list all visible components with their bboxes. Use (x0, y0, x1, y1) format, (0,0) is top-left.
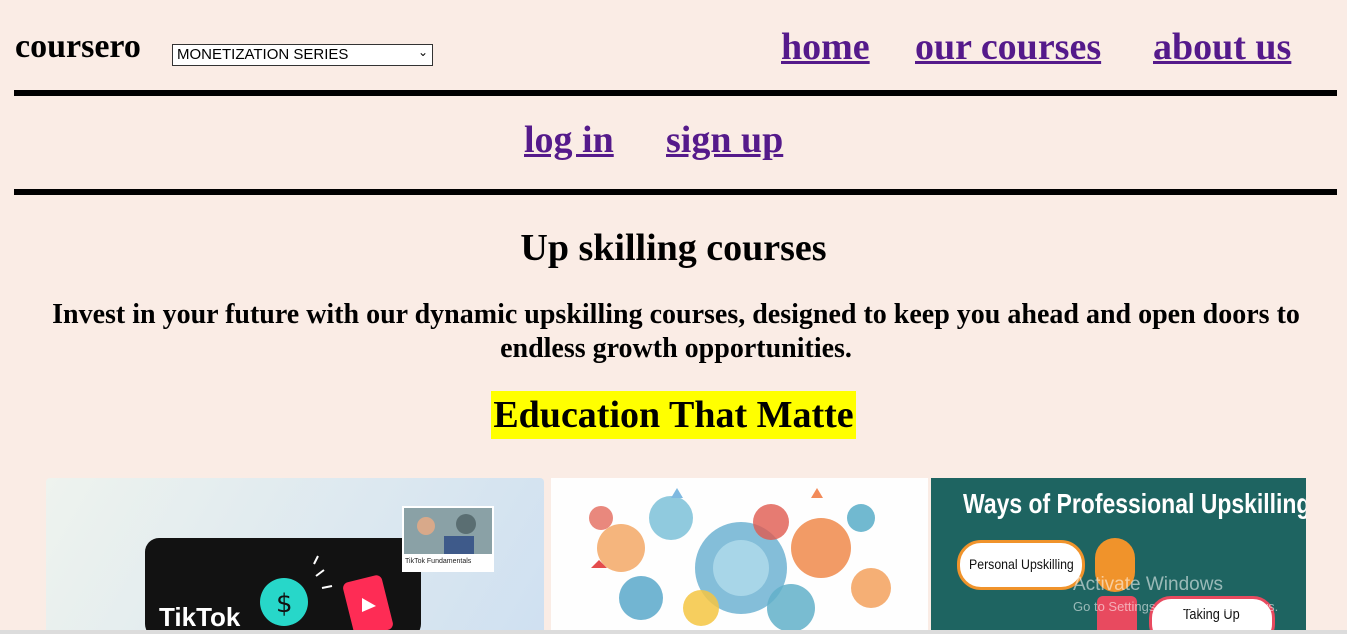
nav-our-courses[interactable]: our courses (915, 25, 1101, 69)
upskilling-collage-image (589, 488, 891, 632)
auth-divider (14, 189, 1337, 195)
page-title: Up skilling courses (520, 227, 827, 269)
course-card-collage[interactable] (551, 478, 928, 634)
nav-about-us[interactable]: about us (1153, 25, 1291, 69)
brand-logo: coursero (15, 28, 141, 65)
tagline: Education That Matte (491, 391, 856, 439)
series-select-value: MONETIZATION SERIES (177, 46, 349, 63)
login-link[interactable]: log in (524, 118, 614, 162)
signup-link[interactable]: sign up (666, 118, 783, 162)
viewport-edge (0, 630, 1347, 634)
intro-text: Invest in your future with our dynamic u… (52, 299, 1300, 364)
chevron-down-icon: ⌄ (417, 45, 428, 59)
activate-windows-subtitle: Go to Settings to activate Windows. (1073, 599, 1279, 614)
svg-text:$: $ (276, 589, 293, 619)
thumb-label: TikTok Fundamentals (405, 558, 472, 565)
header-divider (14, 90, 1337, 96)
nav-home[interactable]: home (781, 25, 870, 69)
card-title: Ways of Professional Upskilling (963, 488, 1306, 519)
tiktok-course-image: $ (145, 506, 494, 634)
activate-windows-title: Activate Windows (1073, 574, 1223, 595)
personal-upskilling-label: Personal Upskilling (969, 556, 1074, 572)
series-select[interactable]: MONETIZATION SERIES ⌄ (172, 44, 433, 66)
tagline-container: Education That Matte (0, 391, 1347, 439)
course-card-tiktok[interactable]: $ TikTok TikTok Fundamentals (46, 478, 544, 634)
tiktok-wordmark: TikTok (159, 602, 241, 632)
